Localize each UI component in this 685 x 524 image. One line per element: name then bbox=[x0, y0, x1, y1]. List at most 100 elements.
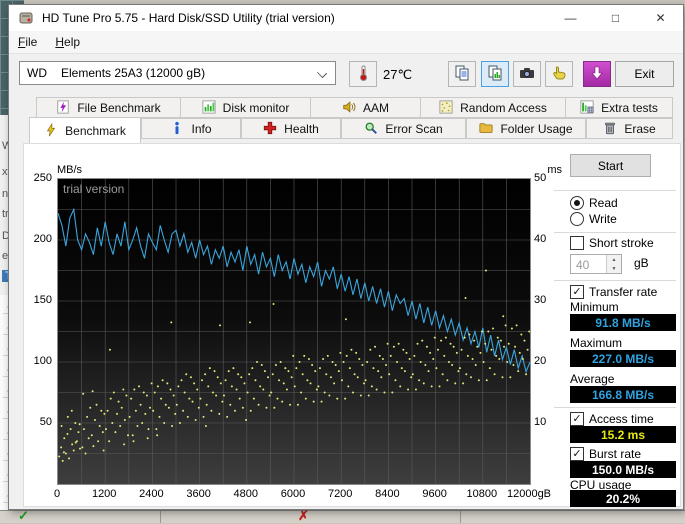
app-icon bbox=[18, 10, 34, 26]
transfer-rate-checkbox[interactable]: ✓ Transfer rate bbox=[570, 285, 657, 299]
checkbox-unchecked-icon bbox=[570, 236, 584, 250]
write-radio[interactable]: Write bbox=[570, 212, 617, 226]
y-left-tick: 50 bbox=[24, 416, 52, 428]
window-title: HD Tune Pro 5.75 - Hard Disk/SSD Utility… bbox=[42, 11, 335, 25]
spinner-down-icon[interactable]: ▼ bbox=[607, 264, 621, 273]
error-scan-icon bbox=[364, 121, 379, 136]
chart-canvas bbox=[58, 179, 530, 484]
x-tick: 6000 bbox=[281, 488, 305, 500]
save-results-button[interactable] bbox=[583, 61, 611, 87]
x-tick: 3600 bbox=[186, 488, 210, 500]
capacity-spinner[interactable]: 40 ▲▼ bbox=[570, 254, 622, 274]
radio-unselected-icon bbox=[570, 212, 584, 226]
y-right-tick: 40 bbox=[534, 233, 546, 245]
y-left-axis-unit: MB/s bbox=[57, 164, 82, 176]
exit-button[interactable]: Exit bbox=[615, 61, 674, 87]
tab-erase[interactable]: Erase bbox=[586, 118, 673, 139]
minimum-label: Minimum bbox=[570, 300, 619, 314]
copy-text-icon bbox=[454, 65, 470, 84]
short-stroke-checkbox[interactable]: Short stroke bbox=[570, 236, 654, 250]
burst-rate-checkbox[interactable]: ✓ Burst rate bbox=[570, 447, 641, 461]
x-tick: 12000gB bbox=[507, 488, 551, 500]
tab-random-access[interactable]: Random Access bbox=[420, 97, 566, 118]
file-benchmark-icon bbox=[56, 100, 71, 115]
x-tick: 9600 bbox=[422, 488, 446, 500]
maximum-value: 227.0 MB/s bbox=[570, 350, 676, 367]
tab-file-benchmark[interactable]: File Benchmark bbox=[36, 97, 181, 118]
random-access-icon bbox=[439, 100, 454, 115]
x-tick: 7200 bbox=[328, 488, 352, 500]
average-label: Average bbox=[570, 372, 614, 386]
title-bar[interactable]: HD Tune Pro 5.75 - Hard Disk/SSD Utility… bbox=[9, 5, 683, 31]
x-tick: 2400 bbox=[139, 488, 163, 500]
start-button[interactable]: Start bbox=[570, 154, 651, 177]
checkbox-checked-icon: ✓ bbox=[570, 447, 584, 461]
toolbar: WD Elements 25A3 (12000 gB) 27℃ Exit bbox=[9, 54, 683, 96]
y-right-tick: 30 bbox=[534, 294, 546, 306]
temperature-value: 27℃ bbox=[383, 67, 412, 83]
tab-extra-tests[interactable]: Extra tests bbox=[565, 97, 673, 118]
info-icon bbox=[170, 121, 185, 136]
spinner-arrows[interactable]: ▲▼ bbox=[606, 255, 621, 273]
favorite-button[interactable] bbox=[545, 61, 573, 87]
tab-health[interactable]: Health bbox=[241, 118, 341, 139]
access-time-value: 15.2 ms bbox=[570, 426, 676, 443]
x-tick: 8400 bbox=[375, 488, 399, 500]
drive-select-dropdown[interactable]: WD Elements 25A3 (12000 gB) bbox=[19, 61, 336, 85]
extra-tests-icon bbox=[580, 100, 595, 115]
y-left-tick: 250 bbox=[24, 172, 52, 184]
y-right-axis-unit: ms bbox=[500, 164, 562, 176]
temperature-button[interactable] bbox=[349, 61, 377, 87]
erase-icon bbox=[603, 121, 618, 136]
cell-divider bbox=[460, 511, 461, 523]
close-button[interactable]: ✕ bbox=[638, 5, 683, 31]
background-window-bottom-row: ✓ ✗ bbox=[0, 510, 685, 523]
radio-selected-icon bbox=[570, 196, 584, 210]
folder-usage-icon bbox=[479, 121, 494, 136]
health-icon bbox=[263, 121, 278, 136]
aam-icon bbox=[342, 100, 357, 115]
x-tick: 1200 bbox=[92, 488, 116, 500]
copy-image-button[interactable] bbox=[481, 61, 509, 87]
access-time-checkbox[interactable]: ✓ Access time bbox=[570, 412, 654, 426]
menu-help[interactable]: Help bbox=[46, 33, 89, 51]
tab-benchmark[interactable]: Benchmark bbox=[29, 117, 141, 143]
y-left-tick: 100 bbox=[24, 355, 52, 367]
hdtune-window: HD Tune Pro 5.75 - Hard Disk/SSD Utility… bbox=[8, 4, 684, 510]
y-right-tick: 50 bbox=[534, 172, 546, 184]
download-arrow-icon bbox=[590, 66, 604, 83]
tab-aam[interactable]: AAM bbox=[310, 97, 421, 118]
burst-rate-value: 150.0 MB/s bbox=[570, 461, 676, 478]
minimum-value: 91.8 MB/s bbox=[570, 314, 676, 331]
benchmark-chart: trial version bbox=[57, 178, 531, 485]
checkbox-checked-icon: ✓ bbox=[570, 412, 584, 426]
hand-pointer-icon bbox=[551, 65, 567, 84]
y-left-tick: 150 bbox=[24, 294, 52, 306]
screenshot-button[interactable] bbox=[513, 61, 541, 87]
minimize-button[interactable]: — bbox=[548, 5, 593, 31]
benchmark-icon bbox=[44, 123, 59, 138]
read-radio[interactable]: Read bbox=[570, 196, 618, 210]
drive-vendor: WD bbox=[27, 66, 61, 80]
spinner-up-icon[interactable]: ▲ bbox=[607, 255, 621, 264]
maximum-label: Maximum bbox=[570, 336, 622, 350]
separator bbox=[554, 190, 676, 191]
camera-icon bbox=[519, 66, 535, 83]
tab-info[interactable]: Info bbox=[141, 118, 241, 139]
checkbox-checked-icon: ✓ bbox=[570, 285, 584, 299]
tab-folder-usage[interactable]: Folder Usage bbox=[466, 118, 586, 139]
chevron-down-icon bbox=[317, 68, 327, 78]
separator bbox=[554, 407, 676, 408]
y-right-tick: 10 bbox=[534, 416, 546, 428]
cpu-usage-value: 20.2% bbox=[570, 490, 676, 507]
copy-text-button[interactable] bbox=[448, 61, 476, 87]
tab-error-scan[interactable]: Error Scan bbox=[341, 118, 466, 139]
thermometer-icon bbox=[356, 64, 370, 85]
trial-version-watermark: trial version bbox=[63, 182, 124, 196]
y-right-tick: 20 bbox=[534, 355, 546, 367]
benchmark-tab-panel: MB/s ms 25020015010050 5040302010 012002… bbox=[23, 143, 681, 507]
x-tick: 10800 bbox=[467, 488, 498, 500]
maximize-button[interactable]: □ bbox=[593, 5, 638, 31]
menu-file[interactable]: File bbox=[9, 33, 46, 51]
tab-disk-monitor[interactable]: Disk monitor bbox=[180, 97, 311, 118]
